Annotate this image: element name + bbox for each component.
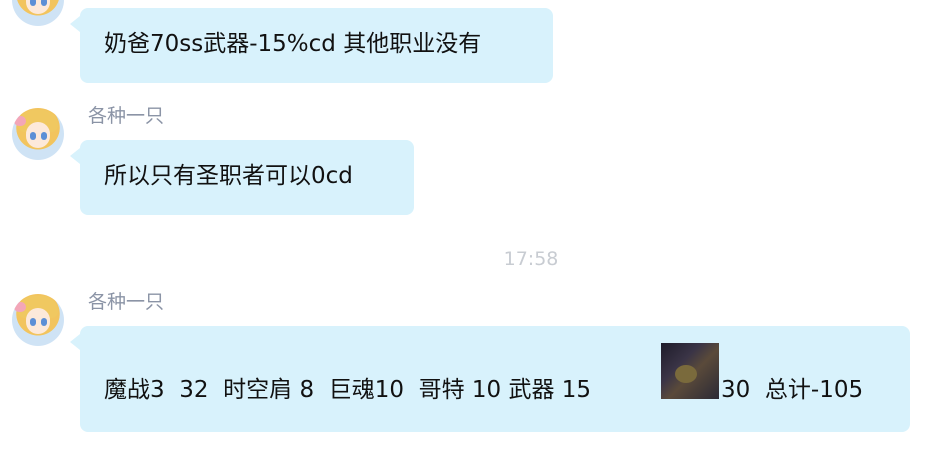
avatar-eye [41, 318, 47, 326]
avatar-eye [41, 132, 47, 140]
message-timestamp: 17:58 [503, 248, 559, 270]
avatar-bow [14, 302, 26, 312]
avatar-eye [41, 0, 47, 6]
message-bubble[interactable]: 奶爸70ss武器-15%cd 其他职业没有 [70, 8, 553, 83]
message-text: 所以只有圣职者可以0cd [104, 163, 353, 189]
message-bubble[interactable]: 魔战3 32 时空肩 8 巨魂10 哥特 10 武器 15 30 总计-105 [70, 326, 910, 432]
avatar-eye [30, 132, 36, 140]
avatar-eye [30, 318, 36, 326]
user-avatar[interactable] [12, 108, 64, 160]
avatar-eye [30, 0, 36, 6]
chat-window: 奶爸70ss武器-15%cd 其他职业没有 各种一只 所以只有圣职者可以0cd … [0, 0, 946, 460]
message-text-after-image: 30 总计-105 [721, 377, 864, 403]
user-avatar[interactable] [12, 0, 64, 26]
message-bubble[interactable]: 所以只有圣职者可以0cd [70, 140, 414, 215]
message-text-before-image: 魔战3 32 时空肩 8 巨魂10 哥特 10 武器 15 [104, 377, 592, 403]
message-text: 奶爸70ss武器-15%cd 其他职业没有 [104, 31, 482, 57]
avatar-bow [14, 116, 26, 126]
sender-name: 各种一只 [88, 105, 165, 127]
user-avatar[interactable] [12, 294, 64, 346]
sender-name: 各种一只 [88, 291, 165, 313]
inline-image-thumbnail[interactable] [661, 343, 719, 399]
